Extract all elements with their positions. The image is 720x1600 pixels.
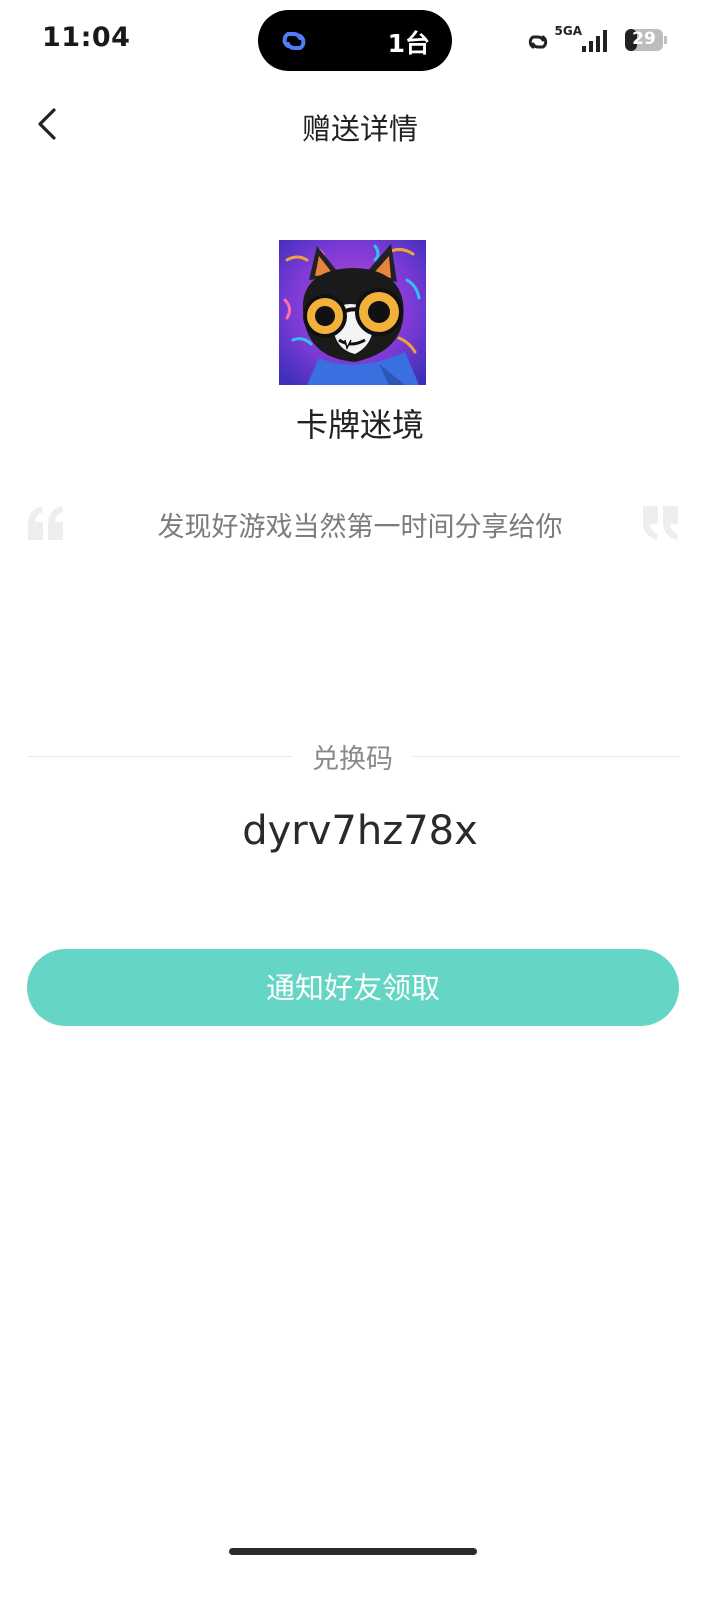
signal-icon bbox=[582, 30, 607, 52]
nav-bar: 赠送详情 bbox=[0, 90, 720, 160]
island-count: 1台 bbox=[387, 29, 430, 58]
divider-right bbox=[413, 756, 679, 757]
gift-message: 发现好游戏当然第一时间分享给你 bbox=[157, 512, 563, 543]
status-indicators: 5GA 29 bbox=[498, 24, 668, 56]
link-status-icon bbox=[528, 35, 548, 49]
cat-with-goggles-artwork bbox=[279, 240, 426, 385]
network-type: 5GA bbox=[554, 24, 583, 38]
battery-icon: 29 bbox=[624, 28, 668, 52]
battery-level: 29 bbox=[632, 29, 656, 49]
notify-friend-button[interactable]: 通知好友领取 bbox=[27, 949, 679, 1026]
link-icon bbox=[282, 32, 306, 50]
status-time: 11:04 bbox=[42, 22, 131, 53]
game-cover-image bbox=[279, 240, 426, 385]
redeem-code-label: 兑换码 bbox=[312, 744, 393, 775]
quote-close-icon bbox=[643, 506, 678, 540]
divider-left bbox=[28, 756, 292, 757]
page-title: 赠送详情 bbox=[301, 112, 418, 146]
home-indicator[interactable] bbox=[229, 1548, 477, 1555]
redeem-code-value[interactable]: dyrv7hz78x bbox=[0, 808, 720, 854]
game-name: 卡牌迷境 bbox=[295, 406, 424, 444]
status-bar: 11:04 1台 5GA 29 bbox=[0, 0, 720, 82]
dynamic-island[interactable]: 1台 bbox=[258, 10, 452, 71]
